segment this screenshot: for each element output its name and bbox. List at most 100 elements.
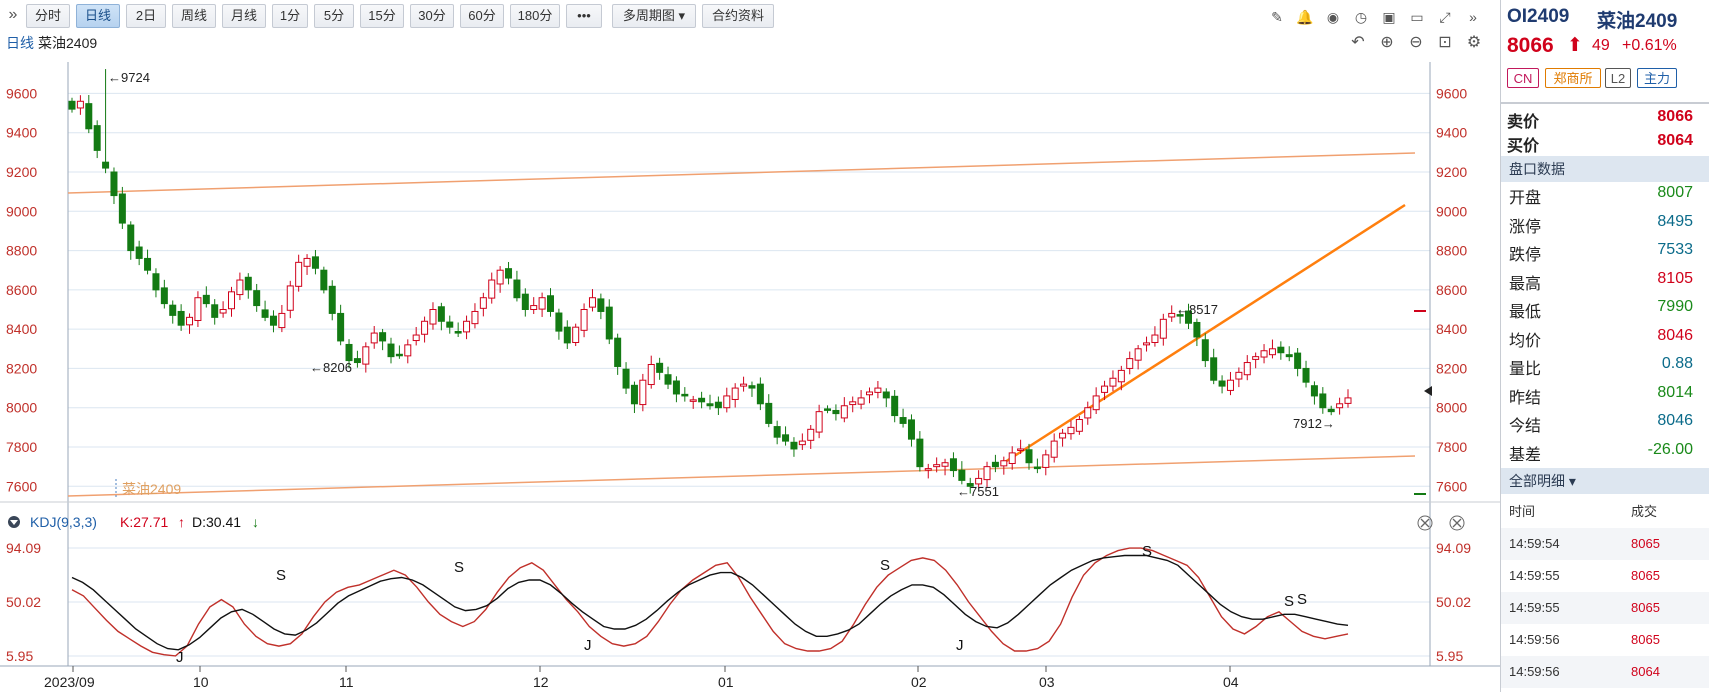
candle-body [211,304,219,318]
candle-body [907,419,915,440]
quote-panel: OI2409 菜油2409 8066 ⬆ 49 +0.61% CN 郑商所 L2 主力… [1500,0,1709,692]
date-tick-label: 02 [911,674,927,690]
candle-body [521,293,529,310]
candle-body [958,469,966,481]
candle-body [1336,403,1344,409]
quote-row-label: 跌停 [1509,247,1542,264]
candle[interactable] [320,266,328,294]
candle-body [311,256,319,269]
layout-icon[interactable]: ⊡ [1436,34,1454,52]
market-tag-1[interactable]: 郑商所 [1545,68,1601,88]
candle-body [563,326,571,344]
contract-name: 菜油2409 [1597,11,1678,32]
candle-body [1059,432,1067,439]
candle-body [916,438,924,468]
sell-label: 卖价 [1507,114,1540,131]
kdj-signal-mark: S [276,567,286,584]
trade-row[interactable]: 14:59:55 8065 [1501,560,1709,592]
low-annotation-2: ←7551 [957,484,999,499]
trade-price: 8065 [1631,568,1660,583]
candle-body [1143,342,1151,346]
trade-time: 14:59:55 [1509,568,1560,583]
candle-body [731,387,739,400]
candle-body [815,411,823,433]
zoom-out-icon[interactable]: ⊖ [1407,34,1425,52]
quote-row-value: 8007 [1657,184,1693,201]
price-tick-label: 8600 [1436,282,1467,298]
candle-body [681,393,689,397]
kdj-signal-mark: J [176,649,184,666]
candle-body [194,297,202,322]
candle-body [202,294,210,305]
price-tick-label: 8800 [1436,243,1467,259]
candle-body [1101,385,1109,393]
trade-detail-header[interactable]: 全部明细 ▾ [1501,468,1709,494]
candle-body [479,297,487,309]
zoom-in-icon[interactable]: ⊕ [1378,34,1396,52]
candle-body [303,257,311,267]
buy-row: 买价 8064 [1501,132,1709,155]
price-tick-label: 8000 [1436,400,1467,416]
price-tick-label: 8200 [6,360,37,376]
candle-body [253,290,261,307]
candle-body [429,309,437,325]
quote-row-label: 基差 [1509,446,1542,464]
sell-value: 8066 [1657,108,1693,125]
candle-body [169,304,177,316]
candle-body [345,343,353,362]
price-column-header: 成交 [1631,504,1658,519]
quote-row-value: 8495 [1657,212,1693,230]
candle-body [1260,350,1268,358]
candle-body [286,285,294,311]
trade-row[interactable]: 14:59:56 8064 [1501,656,1709,688]
candle[interactable] [572,323,580,347]
trade-row[interactable]: 14:59:54 8065 [1501,528,1709,560]
undo-icon[interactable]: ↶ [1349,34,1367,52]
candle-body [404,344,412,357]
candle-body [1067,426,1075,435]
candle-body [93,125,101,151]
candle-body [1075,419,1083,432]
quote-row: 均价 8046 [1501,327,1709,353]
kdj-name[interactable]: KDJ(9,3,3) [30,514,97,530]
candle-body [597,298,605,312]
candle-body [1151,334,1159,343]
candle-body [882,391,890,399]
candle-body [1092,395,1100,411]
market-tag-0[interactable]: CN [1507,68,1539,88]
quote-row: 涨停 8495 [1501,213,1709,239]
date-tick-label: 12 [533,674,549,690]
candle-body [983,466,991,481]
sell-row: 卖价 8066 [1501,108,1709,131]
quote-row-value: 8046 [1657,412,1693,429]
quote-row-value: 7533 [1657,241,1693,258]
price-tick-label: 9000 [6,203,37,219]
chart-settings-icon[interactable] [1449,515,1465,531]
quote-row: 最低 7990 [1501,298,1709,324]
market-tag-3[interactable]: 主力 [1637,68,1677,88]
candle-body [269,315,277,326]
trade-row[interactable]: 14:59:56 8065 [1501,624,1709,656]
trade-row[interactable]: 14:59:55 8065 [1501,592,1709,624]
candle-body [110,171,118,197]
candle-body [1109,377,1117,387]
candle-body [572,326,580,343]
candle-body [933,464,941,468]
candle-body [379,332,387,342]
price-tick-label: 8200 [1436,360,1467,376]
candle-body [1017,448,1025,451]
candle-body [866,391,873,396]
candle-body [1042,454,1050,468]
chart-area[interactable]: 9600 9600 9400 9400 9200 9200 9000 9000 8800 8800… [0,0,1500,692]
market-data-header[interactable]: 盘口数据 [1501,156,1709,182]
candle-body [1226,379,1234,391]
market-tag-2[interactable]: L2 [1605,68,1631,88]
candle-body [991,461,999,468]
candle-body [144,257,152,271]
candle-body [160,287,168,305]
settings-icon[interactable]: ⚙ [1465,34,1483,52]
candle-body [127,224,135,252]
price-tick-label: 7800 [6,439,37,455]
price-tick-label: 8600 [6,282,37,298]
price-tick-label: 7600 [6,478,37,494]
